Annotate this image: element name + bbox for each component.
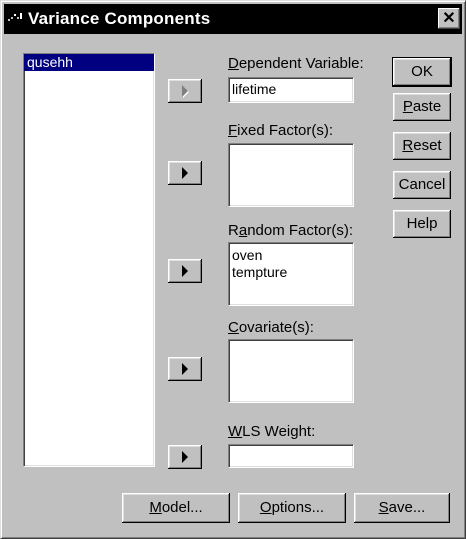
random-factors-list[interactable]: oven tempture: [228, 242, 354, 306]
cancel-button[interactable]: Cancel: [393, 171, 451, 199]
covariates-list[interactable]: [228, 339, 354, 403]
right-arrow-icon: [182, 85, 188, 97]
right-arrow-icon: [182, 167, 188, 179]
move-to-random-button[interactable]: [168, 259, 202, 283]
right-arrow-icon: [182, 451, 188, 463]
title-bar[interactable]: Variance Components ✕: [4, 4, 462, 34]
covariates-label: Covariate(s):: [228, 319, 314, 336]
list-item[interactable]: qusehh: [24, 54, 154, 71]
random-factors-label: Random Factor(s):: [228, 222, 354, 239]
ok-button[interactable]: OK: [392, 57, 452, 87]
options-button[interactable]: Options...: [238, 493, 346, 523]
ok-button-label: OK: [411, 63, 433, 80]
close-icon: ✕: [442, 10, 456, 27]
dependent-variable-value: lifetime: [232, 81, 277, 97]
window-title: Variance Components: [28, 9, 211, 28]
close-button[interactable]: ✕: [438, 8, 460, 29]
right-arrow-icon: [182, 265, 188, 277]
paste-button[interactable]: Paste: [393, 93, 451, 121]
move-to-covariate-button[interactable]: [168, 357, 202, 381]
help-button-label: Help: [406, 215, 438, 232]
move-to-dependent-button[interactable]: [168, 79, 202, 103]
options-button-label: Options...: [259, 499, 325, 516]
cancel-button-label: Cancel: [398, 176, 446, 193]
reset-button[interactable]: Reset: [393, 132, 451, 160]
move-to-fixed-button[interactable]: [168, 161, 202, 185]
paste-button-label: Paste: [402, 98, 442, 115]
list-item[interactable]: oven: [229, 247, 353, 264]
reset-button-label: Reset: [402, 137, 442, 154]
save-button-label: Save...: [378, 499, 426, 516]
help-button[interactable]: Help: [393, 210, 451, 238]
list-item[interactable]: tempture: [229, 264, 353, 281]
source-variable-list[interactable]: qusehh: [23, 53, 155, 467]
fixed-factors-list[interactable]: [228, 143, 354, 207]
model-button[interactable]: Model...: [122, 493, 230, 523]
wls-weight-field[interactable]: [228, 444, 354, 468]
save-button[interactable]: Save...: [354, 493, 450, 523]
dependent-variable-label: Dependent Variable:: [228, 55, 364, 72]
fixed-factors-label: Fixed Factor(s):: [228, 122, 334, 139]
variance-components-dialog: Variance Components ✕ qusehh Dependent V…: [0, 0, 466, 539]
move-to-wls-button[interactable]: [168, 445, 202, 469]
right-arrow-icon: [182, 363, 188, 375]
dependent-variable-field[interactable]: lifetime: [228, 77, 354, 103]
app-icon: [7, 10, 25, 28]
wls-weight-label: WLS Weight:: [228, 423, 316, 440]
model-button-label: Model...: [149, 499, 203, 516]
